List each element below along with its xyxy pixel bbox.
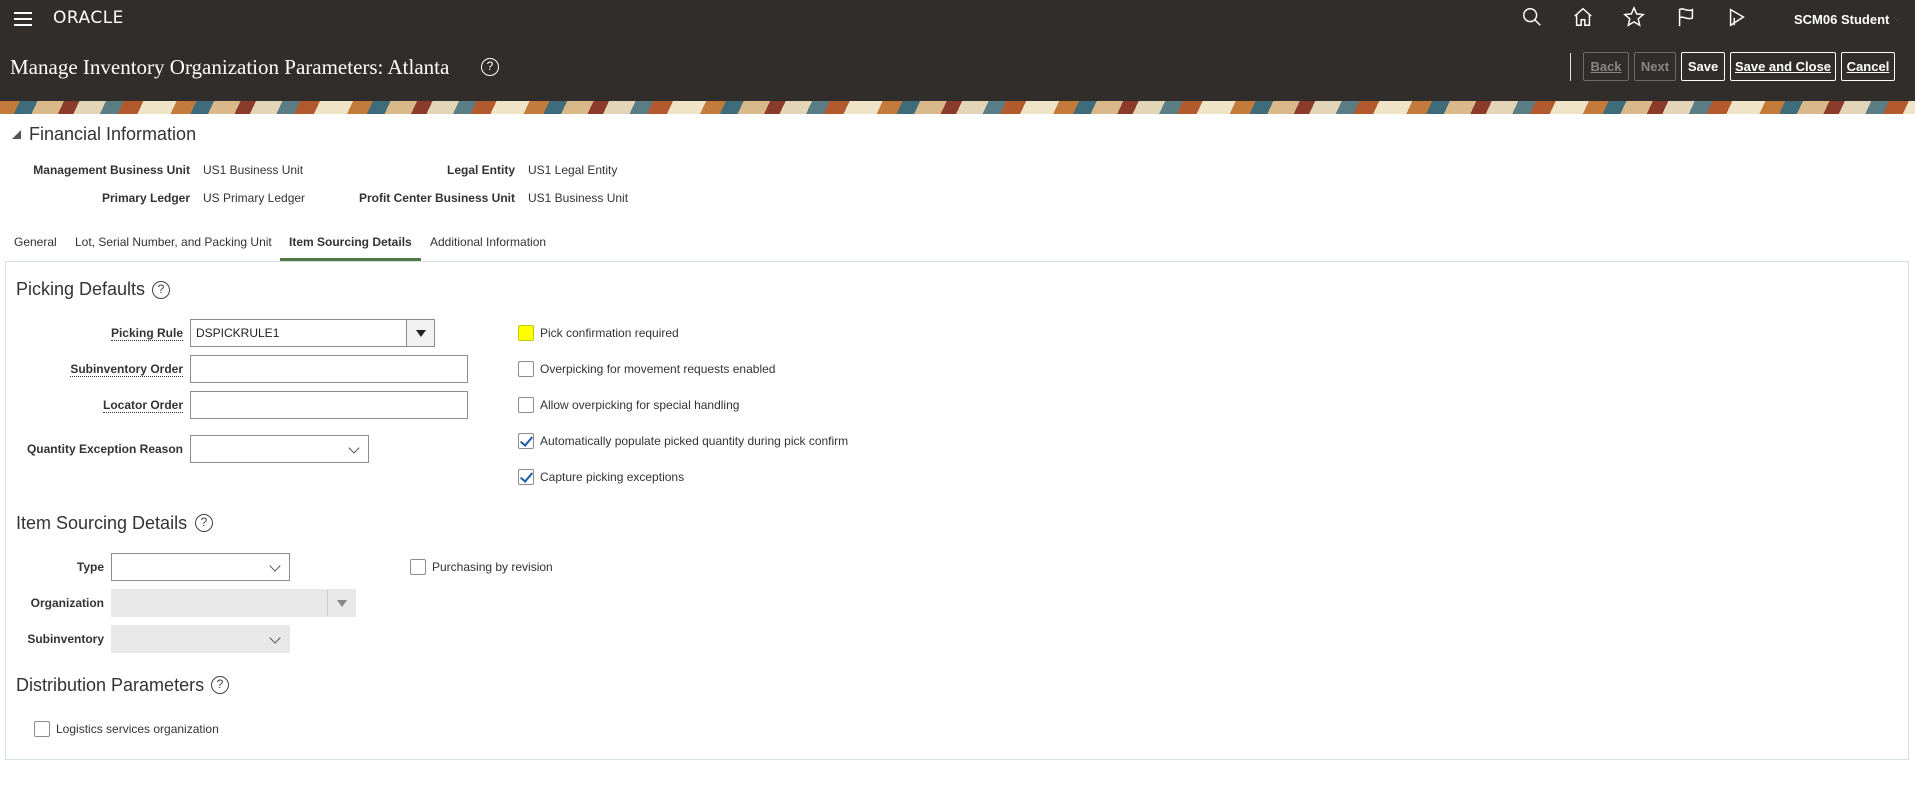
- dropdown-arrow-icon: [327, 590, 355, 616]
- picking-rule-label: Picking Rule: [110, 326, 183, 341]
- chevron-down-icon: [269, 632, 281, 644]
- help-icon[interactable]: ?: [152, 281, 170, 299]
- chevron-down-icon: [269, 560, 281, 572]
- chevron-down-icon: ⌵: [1893, 12, 1902, 24]
- header-divider: [1570, 53, 1571, 81]
- organization-select: [111, 589, 356, 617]
- primary-ledger-label: Primary Ledger: [101, 191, 190, 205]
- star-icon[interactable]: [1623, 6, 1647, 30]
- locator-order-label: Locator Order: [102, 398, 183, 413]
- profit-center-value: US1 Business Unit: [528, 191, 629, 205]
- tab-item-sourcing[interactable]: Item Sourcing Details: [289, 235, 412, 249]
- save-and-close-button[interactable]: Save and Close: [1730, 52, 1836, 81]
- user-name: SCM06 Student: [1794, 12, 1890, 27]
- auto-populate-picked-label[interactable]: Automatically populate picked quantity d…: [540, 434, 848, 448]
- profit-center-label: Profit Center Business Unit: [358, 191, 515, 205]
- tab-lot-serial[interactable]: Lot, Serial Number, and Packing Unit: [75, 235, 272, 249]
- cancel-button[interactable]: Cancel: [1841, 52, 1895, 81]
- dropdown-arrow-icon[interactable]: [406, 320, 434, 346]
- pick-confirmation-label[interactable]: Pick confirmation required: [540, 326, 679, 340]
- picking-defaults-title: Picking Defaults: [16, 279, 146, 299]
- menu-icon[interactable]: [14, 12, 32, 26]
- capture-exceptions-label[interactable]: Capture picking exceptions: [540, 470, 684, 484]
- overpicking-special-label[interactable]: Allow overpicking for special handling: [540, 398, 739, 412]
- item-sourcing-title: Item Sourcing Details: [16, 513, 188, 533]
- purchasing-by-revision-label[interactable]: Purchasing by revision: [432, 560, 553, 574]
- auto-populate-picked-checkbox[interactable]: [518, 433, 534, 449]
- user-menu[interactable]: SCM06 Student ⌵: [1794, 12, 1902, 27]
- subinventory-label: Subinventory: [27, 632, 104, 646]
- flag-icon[interactable]: [1675, 6, 1699, 30]
- financial-info-title: Financial Information: [29, 124, 197, 144]
- primary-ledger-value: US Primary Ledger: [203, 191, 306, 205]
- qty-exception-label: Quantity Exception Reason: [26, 442, 183, 456]
- oracle-logo: ORACLE: [53, 8, 124, 28]
- chevron-down-icon: [348, 442, 360, 454]
- help-icon[interactable]: ?: [481, 58, 499, 76]
- picking-rule-select[interactable]: DSPICKRULE1: [190, 319, 435, 347]
- overpicking-special-checkbox[interactable]: [518, 397, 534, 413]
- search-icon[interactable]: [1521, 6, 1545, 30]
- organization-label: Organization: [30, 596, 104, 610]
- management-bu-label: Management Business Unit: [33, 163, 190, 177]
- logistics-services-checkbox[interactable]: [34, 721, 50, 737]
- legal-entity-value: US1 Legal Entity: [528, 163, 618, 177]
- legal-entity-label: Legal Entity: [446, 163, 515, 177]
- collapse-triangle-icon[interactable]: [12, 130, 21, 139]
- save-button[interactable]: Save: [1681, 52, 1725, 81]
- next-button[interactable]: Next: [1634, 52, 1676, 81]
- subinventory-order-input[interactable]: [190, 355, 468, 383]
- type-label: Type: [76, 560, 104, 574]
- logistics-services-label[interactable]: Logistics services organization: [56, 722, 219, 736]
- back-button[interactable]: Back: [1583, 52, 1629, 81]
- capture-exceptions-checkbox[interactable]: [518, 469, 534, 485]
- pick-confirmation-checkbox[interactable]: [518, 325, 534, 341]
- help-icon[interactable]: ?: [211, 676, 229, 694]
- overpicking-movement-label[interactable]: Overpicking for movement requests enable…: [540, 362, 775, 376]
- purchasing-by-revision-checkbox[interactable]: [410, 559, 426, 575]
- qty-exception-select[interactable]: [190, 435, 369, 463]
- notifications-icon[interactable]: [1726, 6, 1750, 30]
- global-header: ORACLE SCM06 Student ⌵ Manage Inventory O…: [0, 0, 1915, 101]
- tab-additional-info[interactable]: Additional Information: [430, 235, 546, 249]
- decorative-banner: [0, 101, 1915, 114]
- subinventory-select: [111, 625, 290, 653]
- type-select[interactable]: [111, 553, 290, 581]
- distribution-title: Distribution Parameters: [16, 675, 205, 695]
- home-icon[interactable]: [1572, 6, 1596, 30]
- help-icon[interactable]: ?: [195, 514, 213, 532]
- overpicking-movement-checkbox[interactable]: [518, 361, 534, 377]
- subinventory-order-label: Subinventory Order: [70, 362, 183, 377]
- locator-order-input[interactable]: [190, 391, 468, 419]
- tab-general[interactable]: General: [14, 235, 57, 249]
- picking-rule-value: DSPICKRULE1: [196, 326, 280, 340]
- management-bu-value: US1 Business Unit: [203, 163, 304, 177]
- page-title: Manage Inventory Organization Parameters…: [10, 55, 450, 79]
